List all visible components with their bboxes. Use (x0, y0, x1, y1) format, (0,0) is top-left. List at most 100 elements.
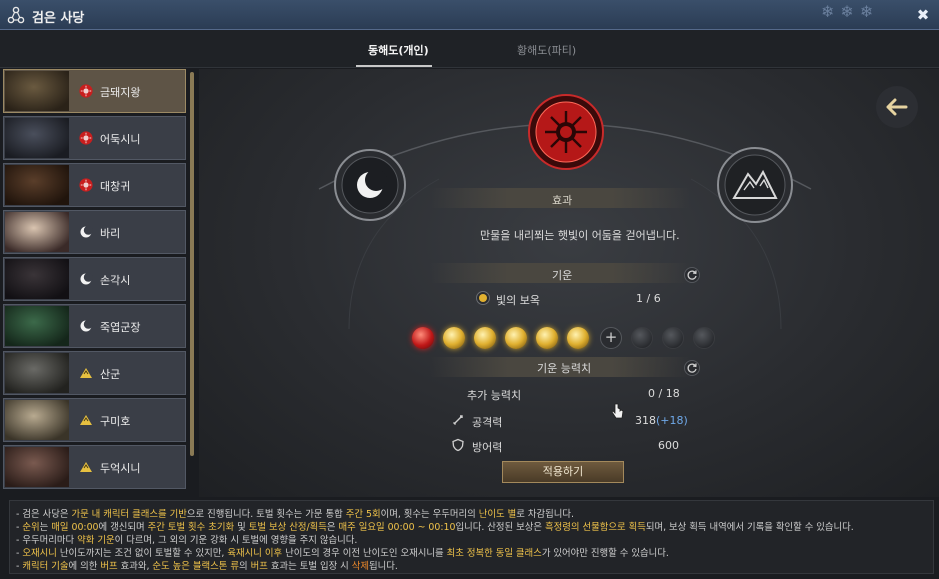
title-bar: 검은 사당 ❄❄❄ ✖ (0, 0, 939, 30)
moon-icon (80, 272, 93, 285)
moon-icon (334, 149, 406, 221)
tab-yellow-sea-party[interactable]: 황해도(파티) (517, 42, 576, 58)
sun-icon (79, 178, 93, 192)
qi-orb-gold[interactable] (567, 327, 589, 349)
boss-item[interactable]: 두억시니 (3, 445, 186, 489)
boss-portrait (5, 447, 69, 487)
mountain-node[interactable] (716, 146, 794, 224)
boss-item[interactable]: 어둑시니 (3, 116, 186, 160)
boss-name: 바리 (100, 227, 121, 240)
boss-portrait (5, 306, 69, 346)
boss-item[interactable]: 손각시 (3, 257, 186, 301)
mountain-icon (80, 368, 92, 378)
qi-title: 기운 (552, 269, 573, 282)
boss-portrait (5, 259, 69, 299)
footer-text-segment: 효과는 토벌 입장 시 (267, 561, 352, 572)
extra-stat-value: 0 / 18 (648, 387, 680, 400)
attack-label: 공격력 (472, 416, 503, 429)
boss-item[interactable]: 죽엽군장 (3, 304, 186, 348)
arrow-left-icon (886, 98, 908, 116)
qi-orb-dark[interactable] (662, 327, 684, 349)
boss-name: 산군 (100, 368, 121, 381)
boss-name: 어둑시니 (100, 133, 141, 146)
qi-orb-gold[interactable] (505, 327, 527, 349)
light-jewel-icon (476, 291, 490, 305)
footer-line-2: - 순위는 매일 00:00에 갱신되며 주간 토벌 횟수 초기화 및 토벌 보… (16, 519, 854, 533)
qi-orb-dark[interactable] (631, 327, 653, 349)
light-jewel-count: 1 / 6 (636, 292, 661, 305)
boss-portrait (5, 118, 69, 158)
attack-value: 318(+18) (635, 414, 688, 427)
attack-base: 318 (635, 414, 656, 427)
footer-text-segment: 버프 (250, 561, 268, 572)
boss-item[interactable]: 금돼지왕 (3, 69, 186, 113)
footer-text-segment: 흑정령의 선물함으로 획득 (544, 522, 646, 533)
effect-description: 만물을 내리쬐는 햇빛이 어둠을 걷어냅니다. (480, 229, 680, 242)
moon-icon (80, 225, 93, 238)
boss-portrait (5, 400, 69, 440)
stat-title: 기운 능력치 (537, 362, 592, 375)
defense-label: 방어력 (472, 441, 503, 454)
mountain-icon (80, 462, 92, 472)
sun-icon (528, 94, 604, 170)
footer-text-segment: 최초 정복한 동일 클래스 (446, 548, 542, 559)
shrine-logo-icon (7, 6, 25, 24)
active-tab-indicator (356, 65, 432, 67)
tab-east-sea-solo[interactable]: 동해도(개인) (368, 42, 429, 58)
qi-orb-gold[interactable] (474, 327, 496, 349)
light-jewel-name: 빛의 보옥 (496, 294, 540, 307)
footer-line-4: - 오재시니 난이도까지는 조건 없이 토벌할 수 있지만, 육재시니 이후 난… (16, 545, 669, 559)
footer-line-1: - 검은 사당은 가문 내 캐릭터 클래스를 기반으로 진행됩니다. 토벌 횟수… (16, 506, 574, 520)
shield-icon (452, 438, 464, 452)
boss-portrait (5, 353, 69, 393)
qi-orb-red[interactable] (412, 327, 434, 349)
boss-name: 대창귀 (100, 180, 131, 193)
info-footer: - 검은 사당은 가문 내 캐릭터 클래스를 기반으로 진행됩니다. 토벌 횟수… (9, 500, 934, 574)
boss-item[interactable]: 바리 (3, 210, 186, 254)
cursor-hand-icon (611, 403, 624, 419)
effect-title: 효과 (552, 194, 573, 207)
attack-bonus: (+18) (656, 414, 688, 427)
boss-name: 구미호 (100, 415, 131, 428)
footer-text-segment: 순도 높은 블랙스톤 류 (152, 561, 239, 572)
qi-orb-gold[interactable] (443, 327, 465, 349)
mountain-icon (717, 147, 793, 223)
footer-text-segment: 의 (239, 561, 251, 572)
footer-text-segment: 됩니다. (369, 561, 398, 572)
sun-node[interactable] (527, 93, 605, 171)
window-title: 검은 사당 (32, 11, 85, 26)
boss-item[interactable]: 산군 (3, 351, 186, 395)
reset-qi-icon[interactable] (684, 267, 700, 283)
boss-name: 두억시니 (100, 462, 141, 475)
footer-line-5: - 캐릭터 기술에 의한 버프 효과와, 순도 높은 블랙스톤 류의 버프 효과… (16, 558, 398, 572)
footer-text-segment: 버프 (100, 561, 118, 572)
reset-stats-icon[interactable] (684, 360, 700, 376)
qi-orb-dark[interactable] (693, 327, 715, 349)
moon-node[interactable] (333, 148, 407, 222)
boss-name: 손각시 (100, 274, 131, 287)
back-button[interactable] (876, 86, 918, 128)
footer-text-segment: 되며, 보상 획득 내역에서 기록을 확인할 수 있습니다. (645, 522, 854, 533)
boss-portrait (5, 212, 69, 252)
close-icon[interactable]: ✖ (915, 7, 931, 23)
footer-text-segment: 삭제 (351, 561, 370, 572)
boss-list-scrollbar[interactable] (190, 72, 194, 456)
boss-name: 금돼지왕 (100, 86, 141, 99)
sun-icon (79, 131, 93, 145)
add-orb-button[interactable]: + (600, 327, 622, 349)
footer-text-segment: 에 의한 (68, 561, 101, 572)
qi-orb-gold[interactable] (536, 327, 558, 349)
boss-portrait (5, 165, 69, 205)
footer-text-segment: 캐릭터 기술 (22, 561, 69, 572)
moon-icon (80, 319, 93, 332)
defense-value: 600 (658, 439, 679, 452)
sword-icon (453, 415, 463, 425)
apply-button[interactable]: 적용하기 (502, 461, 624, 483)
boss-item[interactable]: 구미호 (3, 398, 186, 442)
mountain-icon (80, 415, 92, 425)
footer-line-3: - 우두머리마다 약화 기운이 다르며, 그 외의 기운 강화 시 토벌에 영향… (16, 532, 357, 546)
boss-item[interactable]: 대창귀 (3, 163, 186, 207)
sun-icon (79, 84, 93, 98)
footer-text-segment: 효과와, (117, 561, 153, 572)
boss-name: 죽엽군장 (100, 321, 141, 334)
